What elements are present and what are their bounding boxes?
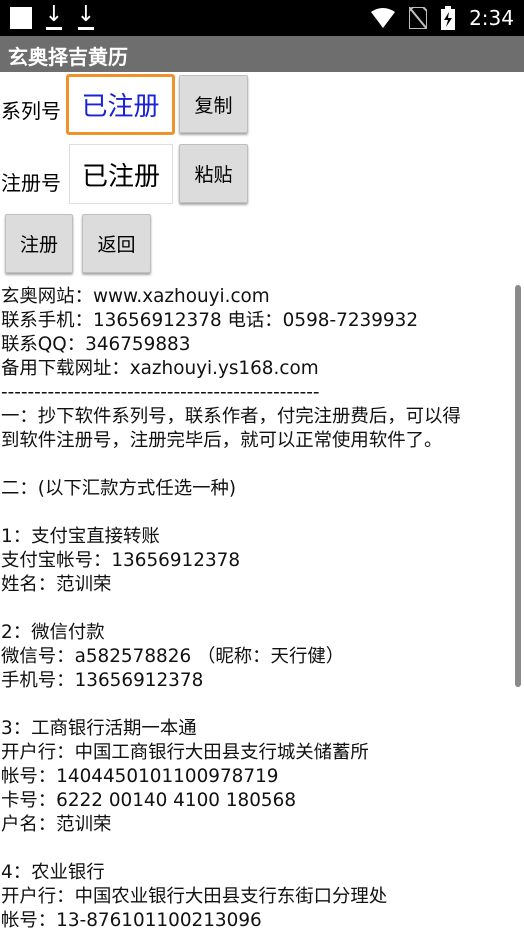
reg-label: 注册号 (1, 171, 61, 195)
info-line: 支付宝帐号：13656912378 (1, 550, 241, 571)
info-line: 备用下载网址：xazhouyi.ys168.com (1, 358, 319, 379)
status-time: 2:34 (469, 6, 514, 30)
info-line: 姓名：范训荣 (1, 574, 112, 595)
wifi-icon (371, 8, 396, 28)
battery-charging-icon (441, 6, 456, 30)
download-icon: ↓ (44, 4, 64, 30)
info-line: 联系手机：13656912378 电话：0598-7239932 (1, 310, 419, 331)
info-line: 微信号：a582578826 （昵称：天行健） (1, 646, 345, 667)
info-text: 玄奥网站：www.xazhouyi.com 联系手机：13656912378 电话… (1, 285, 515, 931)
info-line: 到软件注册号，注册完毕后，就可以正常使用软件了。 (1, 430, 443, 451)
info-line: 帐号：1404450101100978719 (1, 766, 279, 787)
info-line: 1：支付宝直接转账 (1, 526, 160, 547)
register-button[interactable]: 注册 (5, 214, 73, 273)
reg-field[interactable]: 已注册 (69, 144, 173, 204)
no-sim-icon (409, 7, 428, 29)
reg-value: 已注册 (81, 161, 160, 192)
notification-square-icon (10, 7, 32, 29)
info-line: 开户行：中国工商银行大田县支行城关储蓄所 (1, 742, 369, 763)
info-line: 4：农业银行 (1, 862, 105, 883)
info-line: 3：工商银行活期一本通 (1, 718, 197, 739)
scrollbar[interactable] (515, 285, 521, 687)
info-line: 卡号：6222 00140 4100 180568 (1, 790, 297, 811)
info-line: 开户行：中国农业银行大田县支行东街口分理处 (1, 886, 388, 907)
info-line: 二：(以下汇款方式任选一种) (1, 478, 237, 499)
serial-value: 已注册 (81, 92, 160, 122)
info-line: ----------------------------------------… (1, 382, 320, 403)
info-line: 户名：范训荣 (1, 814, 112, 835)
serial-field[interactable]: 已注册 (66, 74, 175, 135)
copy-button[interactable]: 复制 (179, 75, 248, 133)
info-line: 手机号：13656912378 (1, 670, 204, 691)
download-icon: ↓ (76, 4, 96, 30)
info-line: 联系QQ：346759883 (1, 334, 191, 355)
info-line: 2：微信付款 (1, 622, 105, 643)
app-title: 玄奥择吉黄历 (8, 45, 128, 69)
info-line: 一：抄下软件系列号，联系作者，付完注册费后，可以得 (1, 406, 461, 427)
serial-label: 系列号 (1, 99, 61, 123)
info-line: 帐号：13-876101100213096 (1, 910, 262, 931)
back-button[interactable]: 返回 (82, 214, 151, 273)
status-bar-left: ↓ ↓ (10, 4, 96, 30)
info-line: 玄奥网站：www.xazhouyi.com (1, 286, 270, 307)
paste-button[interactable]: 粘贴 (179, 144, 248, 203)
status-bar-right: 2:34 (371, 5, 514, 31)
status-bar: ↓ ↓ 2:34 (0, 0, 524, 36)
app-bar: 玄奥择吉黄历 (0, 36, 524, 72)
